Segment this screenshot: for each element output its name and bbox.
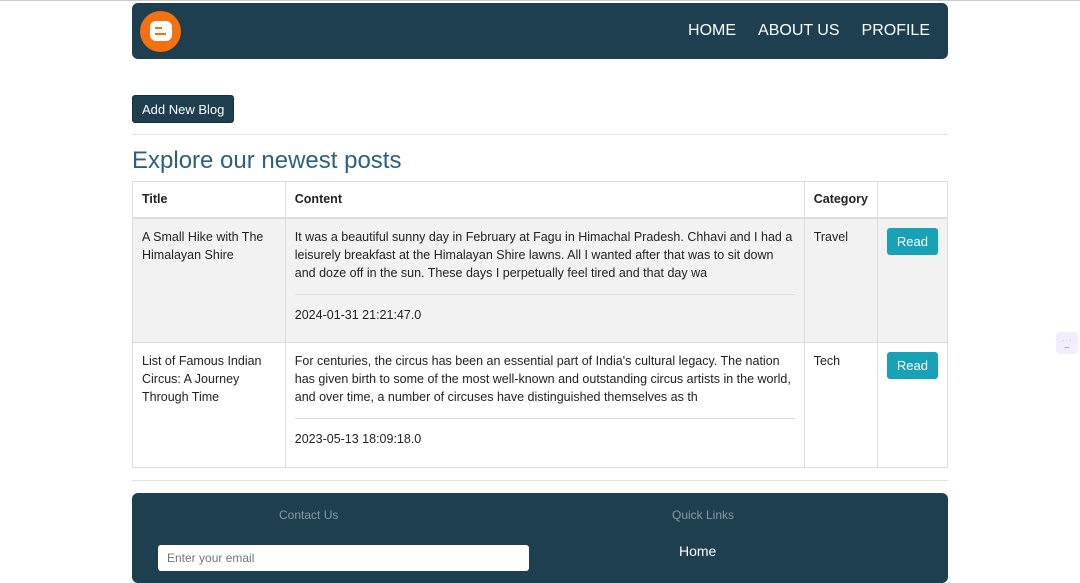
read-button[interactable]: Read [886, 227, 938, 255]
nav-about-us[interactable]: ABOUT US [758, 22, 840, 40]
post-date: 2023-05-13 18:09:18.0 [294, 418, 795, 448]
contact-heading: Contact Us [279, 508, 339, 522]
page-container: HOME ABOUT US PROFILE Add New Blog Explo… [132, 3, 949, 583]
nav-profile[interactable]: PROFILE [862, 22, 930, 40]
column-header-content: Content [284, 181, 805, 219]
divider [132, 134, 948, 135]
blogger-logo-icon[interactable] [140, 10, 181, 52]
page-title: Explore our newest posts [132, 147, 402, 174]
footer: Contact Us Quick Links Home [132, 493, 948, 583]
post-category: Travel [803, 217, 878, 343]
post-title: List of Famous Indian Circus: A Journey … [132, 342, 286, 468]
table-row: List of Famous Indian Circus: A Journey … [132, 342, 949, 468]
footer-link-home[interactable]: Home [679, 543, 716, 559]
column-header-category: Category [803, 181, 878, 219]
read-button[interactable]: Read [886, 352, 938, 379]
nav-home[interactable]: HOME [688, 22, 736, 40]
email-input[interactable] [158, 545, 529, 571]
post-content: It was a beautiful sunny day in February… [294, 229, 793, 280]
column-header-title: Title [132, 181, 286, 219]
post-content: For centuries, the circus has been an es… [294, 354, 791, 404]
post-date: 2024-01-31 21:21:47.0 [294, 293, 795, 324]
divider [132, 480, 948, 481]
table-row: A Small Hike with The Himalayan Shire It… [132, 217, 949, 343]
post-category: Tech [803, 342, 878, 468]
column-header-action [876, 181, 949, 219]
navbar: HOME ABOUT US PROFILE [132, 3, 948, 59]
quick-links-heading: Quick Links [672, 508, 735, 522]
post-title: A Small Hike with The Himalayan Shire [132, 217, 286, 343]
floating-widget-icon[interactable]: ˙_˙ [1056, 332, 1078, 354]
posts-table: Title Content Category A Small Hike with… [132, 181, 949, 468]
add-new-blog-button[interactable]: Add New Blog [132, 95, 235, 123]
